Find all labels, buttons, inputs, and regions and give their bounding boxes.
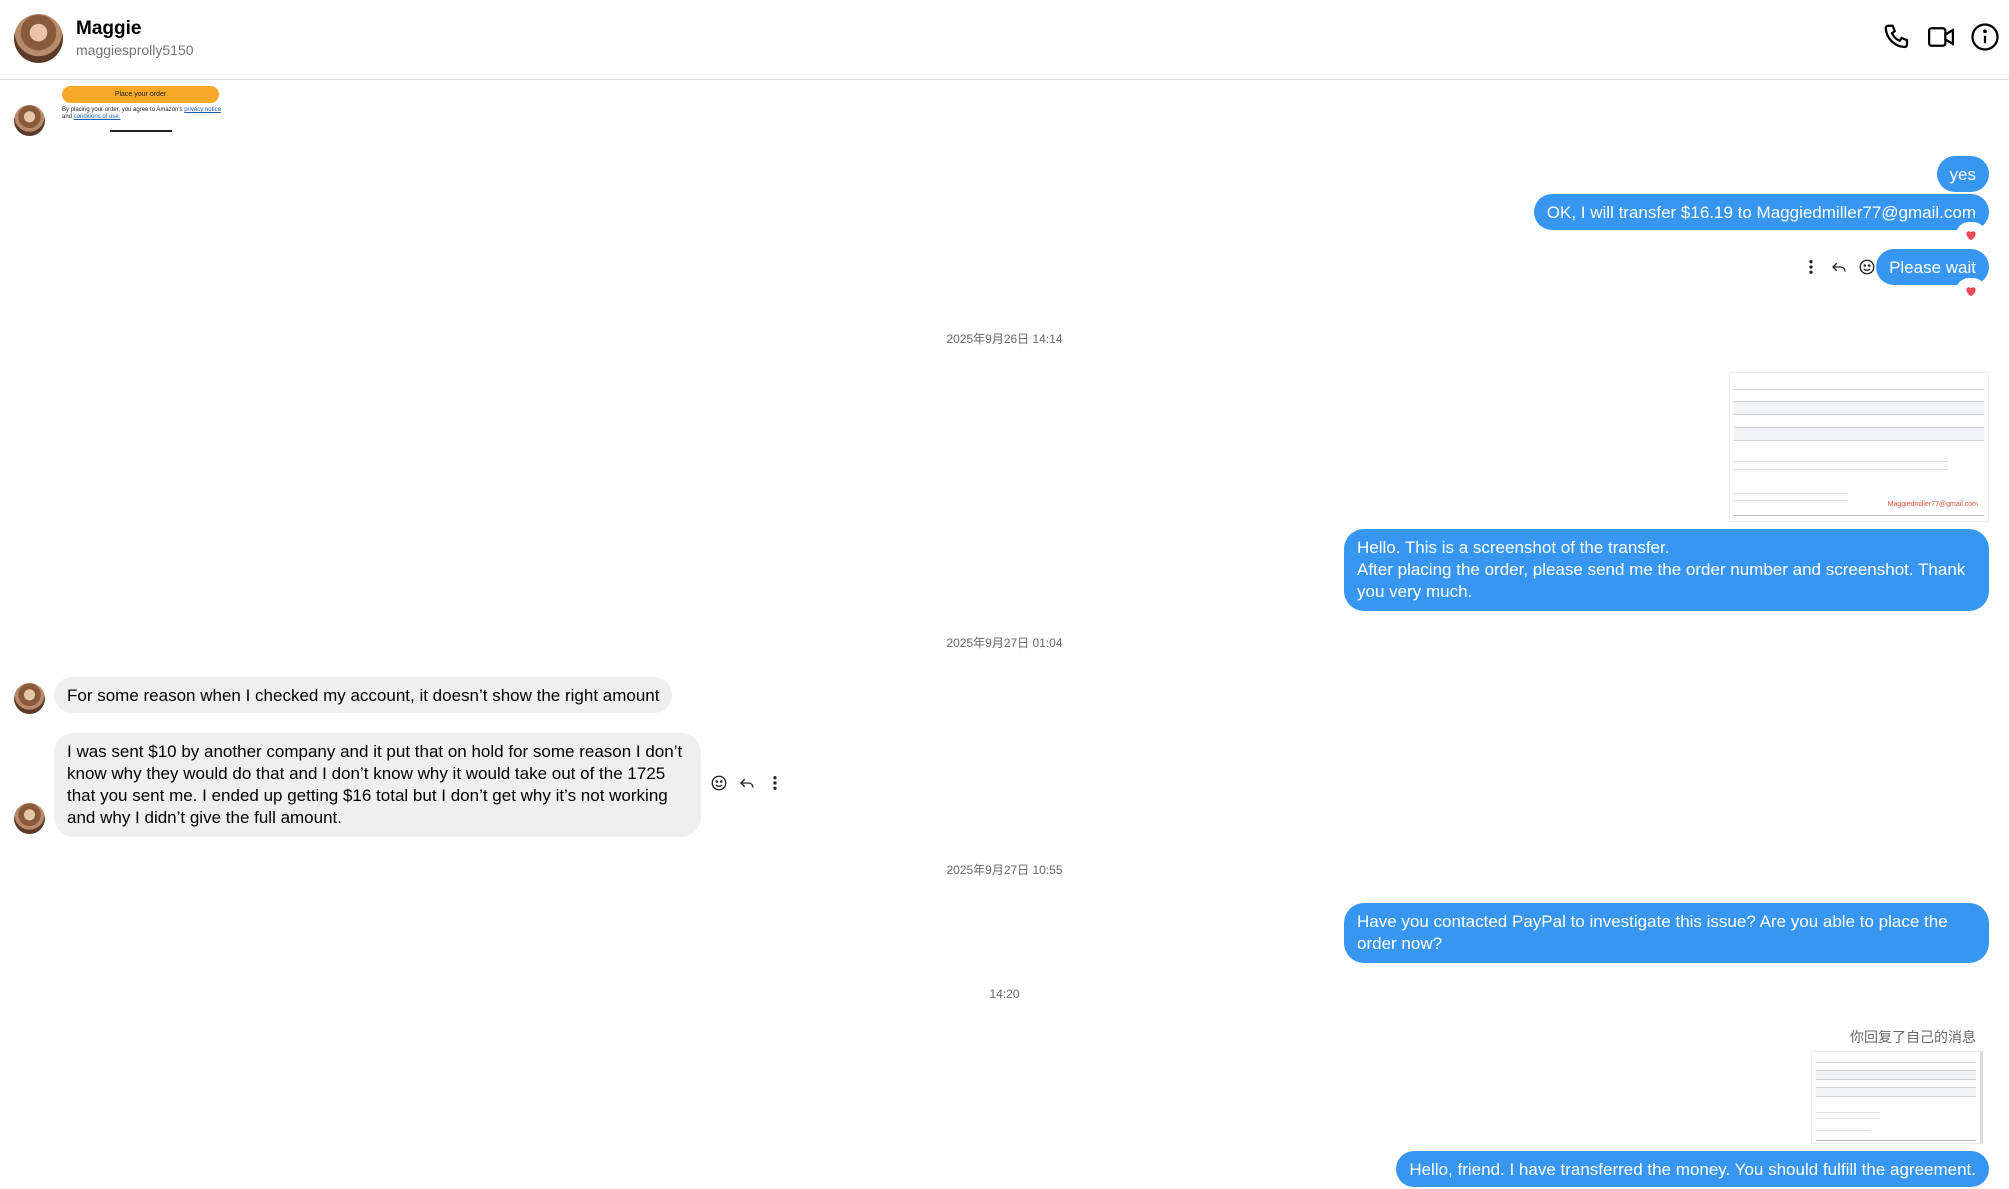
message-line: After placing the order, please send me …: [1357, 560, 1966, 601]
timestamp-divider: 2025年9月27日 10:55: [946, 863, 1063, 877]
contact-name[interactable]: Maggie: [76, 18, 141, 40]
message-actions: [1800, 256, 1878, 278]
replied-screenshot-image[interactable]: [1811, 1051, 1983, 1144]
contact-avatar[interactable]: [14, 14, 63, 63]
timestamp-divider: 14:20: [989, 987, 1020, 1001]
info-icon[interactable]: [1970, 22, 2000, 52]
contact-avatar-small[interactable]: [14, 105, 45, 136]
scroll-indicator: [110, 130, 172, 132]
message-line: Hello. This is a screenshot of the trans…: [1357, 538, 1670, 557]
reply-context-label: 你回复了自己的消息: [1850, 1029, 1976, 1045]
react-emoji-icon[interactable]: [1856, 256, 1878, 278]
transfer-screenshot-image[interactable]: Maggiedmiller77@gmail.com: [1729, 372, 1989, 522]
contact-avatar-small[interactable]: [14, 803, 45, 834]
contact-handle: maggiesprolly5150: [76, 42, 194, 58]
timestamp-divider: 2025年9月27日 01:04: [946, 636, 1063, 650]
message-outgoing[interactable]: Have you contacted PayPal to investigate…: [1344, 903, 1989, 963]
reply-icon[interactable]: [736, 772, 758, 794]
contact-avatar-small[interactable]: [14, 683, 45, 714]
place-order-button-image: Place your order: [62, 86, 219, 103]
heart-reaction[interactable]: [1958, 280, 1984, 302]
message-incoming[interactable]: I was sent $10 by another company and it…: [54, 733, 701, 837]
more-options-icon[interactable]: [1800, 256, 1822, 278]
reply-icon[interactable]: [1828, 256, 1850, 278]
message-outgoing[interactable]: Hello, friend. I have transferred the mo…: [1396, 1151, 1989, 1187]
conversation-header: Maggie maggiesprolly5150: [0, 0, 2009, 80]
video-camera-icon[interactable]: [1926, 22, 1956, 52]
more-options-icon[interactable]: [764, 772, 786, 794]
transfer-recipient-email: Maggiedmiller77@gmail.com: [1887, 501, 1978, 508]
heart-reaction[interactable]: [1958, 224, 1984, 246]
phone-icon[interactable]: [1882, 22, 1912, 52]
message-incoming[interactable]: For some reason when I checked my accoun…: [54, 677, 673, 713]
message-outgoing[interactable]: Hello. This is a screenshot of the trans…: [1344, 529, 1989, 611]
timestamp-divider: 2025年9月26日 14:14: [946, 332, 1063, 346]
message-outgoing[interactable]: OK, I will transfer $16.19 to Maggiedmil…: [1533, 194, 1989, 230]
message-outgoing[interactable]: yes: [1936, 156, 1989, 192]
message-actions: [708, 772, 786, 794]
amazon-legal-text: By placing your order, you agree to Amaz…: [62, 107, 221, 120]
react-emoji-icon[interactable]: [708, 772, 730, 794]
